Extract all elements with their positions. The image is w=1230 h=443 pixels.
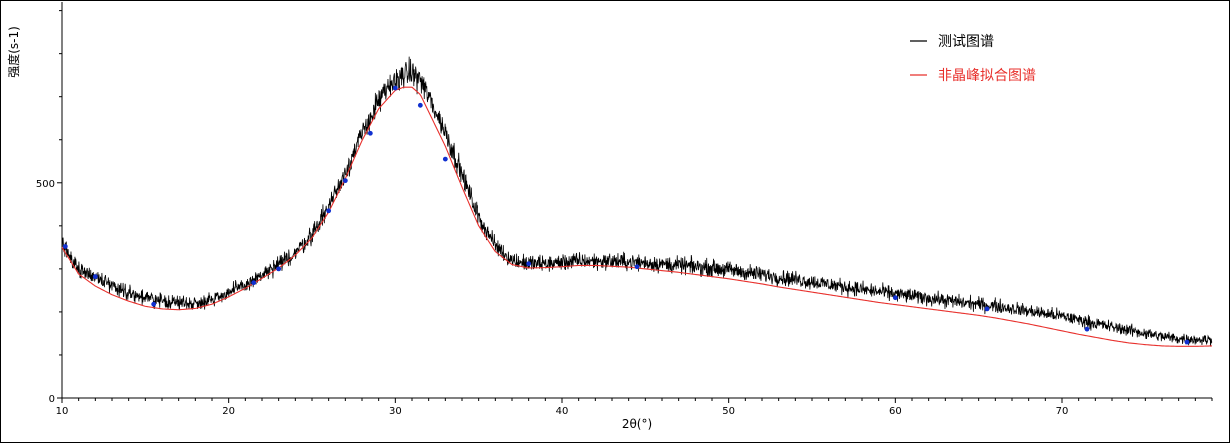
fit-marker xyxy=(526,261,532,267)
fit-marker xyxy=(392,85,398,91)
x-tick-label: 60 xyxy=(889,406,902,417)
y-axis-title: 强度(s-1) xyxy=(6,26,21,78)
x-axis-title: 2θ(°) xyxy=(622,417,652,431)
plot-area xyxy=(61,56,1213,347)
series-line-1 xyxy=(61,86,1213,347)
fit-marker xyxy=(62,244,68,249)
x-tick-label: 30 xyxy=(389,406,402,417)
series-line-0 xyxy=(61,56,1213,347)
fit-marker xyxy=(151,301,157,307)
fit-marker xyxy=(984,306,990,312)
y-tick-label: 0 xyxy=(49,394,55,405)
fit-marker xyxy=(442,156,448,162)
legend-label: 非晶峰拟合图谱 xyxy=(938,68,1036,84)
fit-marker xyxy=(892,295,898,301)
x-tick-label: 50 xyxy=(722,406,735,417)
axes xyxy=(61,2,1212,399)
fit-marker xyxy=(276,266,282,272)
y-tick-label: 500 xyxy=(36,179,55,190)
x-tick-label: 70 xyxy=(1056,406,1069,417)
fit-marker xyxy=(251,280,257,286)
legend: 测试图谱非晶峰拟合图谱 xyxy=(910,34,1036,84)
xrd-chart: 10 20 30 40 50 60 70 0 500 2θ(°) 强度(s-1) 测试图谱非晶峰… xyxy=(6,2,1213,431)
fit-marker xyxy=(367,130,373,136)
x-tick-label: 10 xyxy=(56,406,69,417)
x-tick-label: 40 xyxy=(556,406,569,417)
legend-label: 测试图谱 xyxy=(938,34,994,50)
fit-marker xyxy=(326,208,332,214)
fit-marker xyxy=(92,274,98,280)
fit-marker xyxy=(634,264,640,270)
fit-marker xyxy=(1084,326,1090,332)
fit-marker xyxy=(342,178,348,184)
fit-marker xyxy=(417,102,423,108)
fit-marker xyxy=(1184,339,1190,345)
x-tick-label: 20 xyxy=(222,406,235,417)
